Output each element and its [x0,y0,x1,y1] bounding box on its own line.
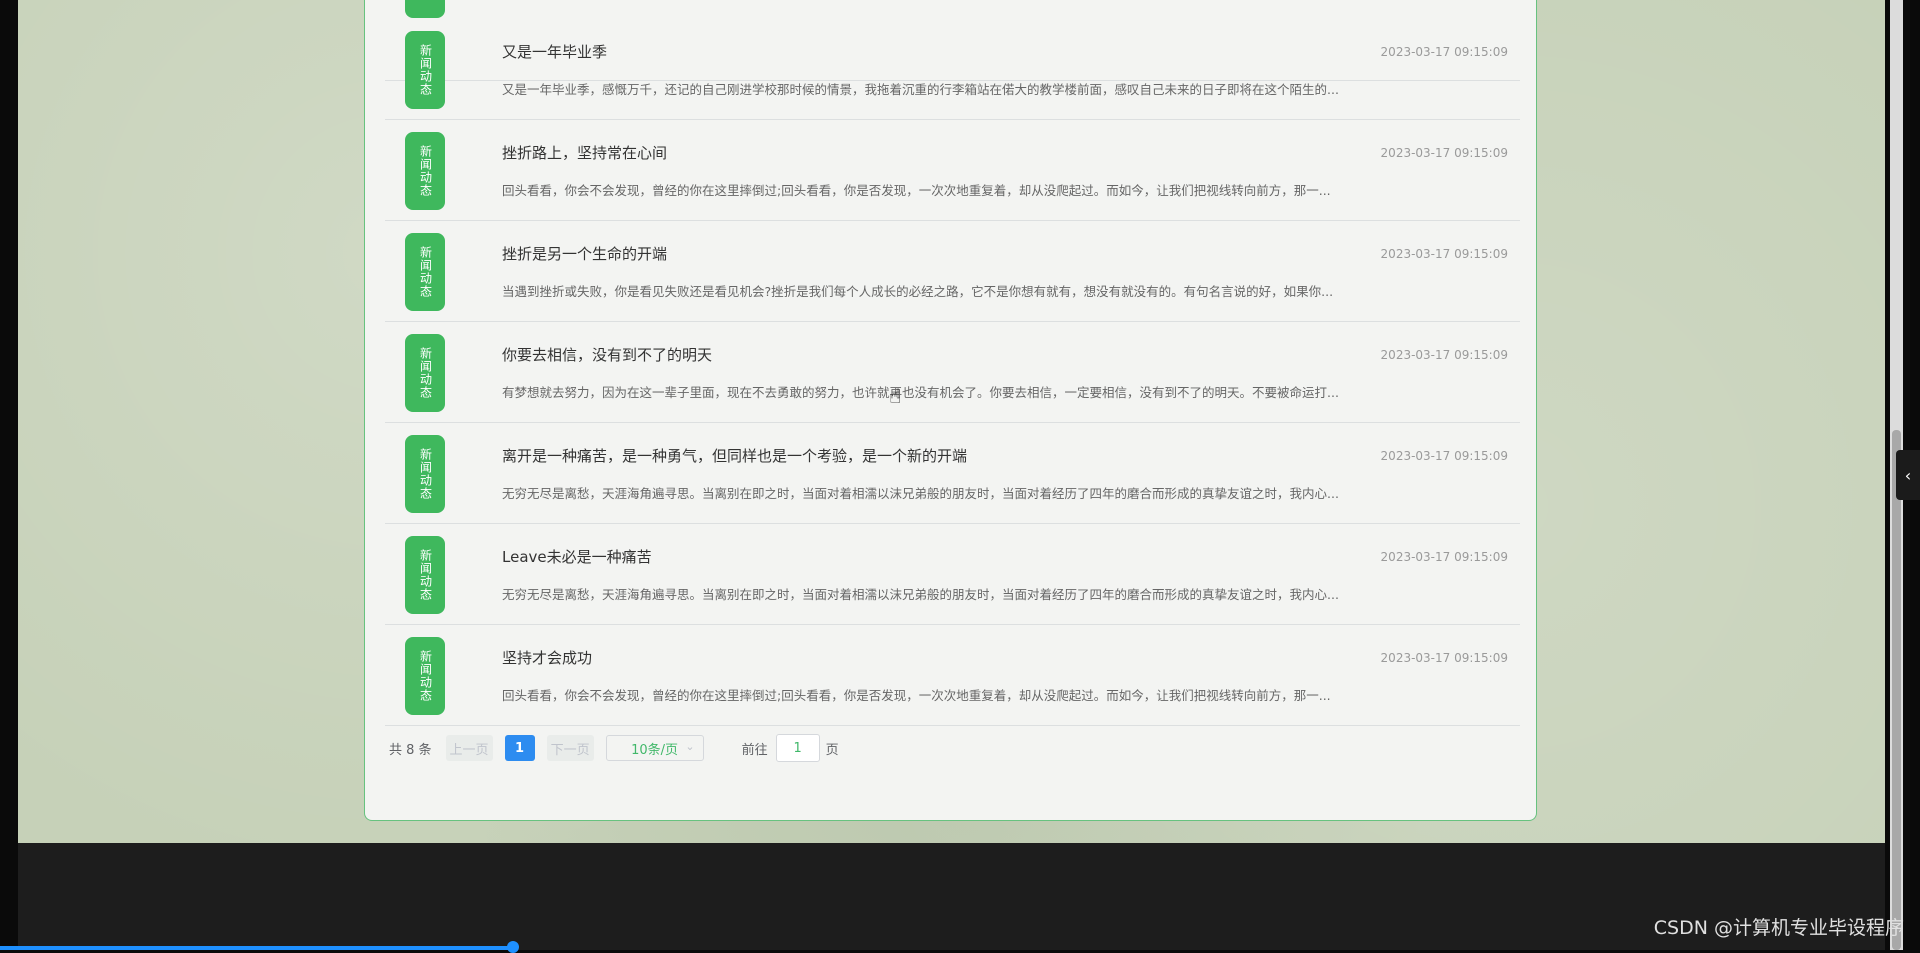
news-summary: 无穷无尽是离愁，天涯海角遍寻思。当离别在即之时，当面对着相濡以沫兄弟般的朋友时，… [502,486,1339,501]
chevron-left-icon: ‹ [1904,465,1912,485]
list-item[interactable]: 新闻动态 坚持才会成功 2023-03-17 09:15:09 回头看看，你会不… [385,625,1520,726]
list-item[interactable]: 新闻动态 挫折是另一个生命的开端 2023-03-17 09:15:09 当遇到… [385,221,1520,322]
pagination: 共 8 条 上一页 1 下一页 10条/页 ⌄ 前往 页 [389,734,839,762]
news-badge: 新闻动态 [405,334,445,412]
pagination-total: 共 8 条 [389,742,432,758]
news-date: 2023-03-17 09:15:09 [1380,45,1508,59]
prev-page-button[interactable]: 上一页 [445,735,493,761]
news-title[interactable]: 你要去相信，没有到不了的明天 [502,344,712,365]
page-footer [18,843,1885,950]
news-badge [405,0,445,18]
news-date: 2023-03-17 09:15:09 [1380,247,1508,261]
news-badge: 新闻动态 [405,31,445,109]
list-item[interactable]: 新闻动态 又是一年毕业季 2023-03-17 09:15:09 又是一年毕业季… [385,19,1520,120]
news-title[interactable]: Leave未必是一种痛苦 [502,546,652,567]
news-summary: 有梦想就去努力，因为在这一辈子里面，现在不去勇敢的努力，也许就再也没有机会了。你… [502,385,1339,400]
list-item[interactable]: 新闻动态 Leave未必是一种痛苦 2023-03-17 09:15:09 无穷… [385,524,1520,625]
page-unit-label: 页 [825,742,839,758]
news-panel: 新闻动态 又是一年毕业季 2023-03-17 09:15:09 又是一年毕业季… [364,0,1537,821]
news-date: 2023-03-17 09:15:09 [1380,550,1508,564]
news-title[interactable]: 离开是一种痛苦，是一种勇气，但同样也是一个考验，是一个新的开端 [502,445,967,466]
progress-handle[interactable] [507,941,519,953]
goto-page-input[interactable] [775,734,820,762]
news-summary: 无穷无尽是离愁，天涯海角遍寻思。当离别在即之时，当面对着相濡以沫兄弟般的朋友时，… [502,587,1339,602]
news-badge: 新闻动态 [405,132,445,210]
news-badge: 新闻动态 [405,233,445,311]
news-title[interactable]: 挫折路上，坚持常在心间 [502,142,667,163]
goto-label: 前往 [741,742,768,758]
news-title[interactable]: 挫折是另一个生命的开端 [502,243,667,264]
next-page-button[interactable]: 下一页 [546,735,594,761]
news-date: 2023-03-17 09:15:09 [1380,348,1508,362]
page-size-select[interactable]: 10条/页 ⌄ [605,735,704,761]
page-size-label: 10条/页 [631,742,679,758]
list-item[interactable]: 新闻动态 你要去相信，没有到不了的明天 2023-03-17 09:15:09 … [385,322,1520,423]
news-badge: 新闻动态 [405,435,445,513]
list-item[interactable]: 新闻动态 离开是一种痛苦，是一种勇气，但同样也是一个考验，是一个新的开端 202… [385,423,1520,524]
news-badge: 新闻动态 [405,637,445,715]
hand-pointer-icon: ☝ [889,384,902,408]
scrollbar-thumb[interactable] [1892,430,1901,950]
news-title[interactable]: 又是一年毕业季 [502,41,607,62]
chevron-down-icon: ⌄ [685,740,695,753]
page-number-button[interactable]: 1 [504,735,535,761]
news-date: 2023-03-17 09:15:09 [1380,146,1508,160]
news-summary: 回头看看，你会不会发现，曾经的你在这里摔倒过;回头看看，你是否发现，一次次地重复… [502,688,1331,703]
news-date: 2023-03-17 09:15:09 [1380,449,1508,463]
news-summary: 回头看看，你会不会发现，曾经的你在这里摔倒过;回头看看，你是否发现，一次次地重复… [502,183,1331,198]
list-item[interactable]: 新闻动态 挫折路上，坚持常在心间 2023-03-17 09:15:09 回头看… [385,120,1520,221]
progress-bar [0,946,513,950]
side-toggle-button[interactable]: ‹ [1896,450,1920,500]
news-title[interactable]: 坚持才会成功 [502,647,592,668]
news-badge: 新闻动态 [405,536,445,614]
watermark-text: CSDN @计算机专业毕设程序 [1653,917,1904,939]
news-date: 2023-03-17 09:15:09 [1380,651,1508,665]
news-summary: 又是一年毕业季，感慨万千，还记的自己刚进学校那时候的情景，我拖着沉重的行李箱站在… [502,82,1339,97]
news-summary: 当遇到挫折或失败，你是看见失败还是看见机会?挫折是我们每个人成长的必经之路，它不… [502,284,1334,299]
